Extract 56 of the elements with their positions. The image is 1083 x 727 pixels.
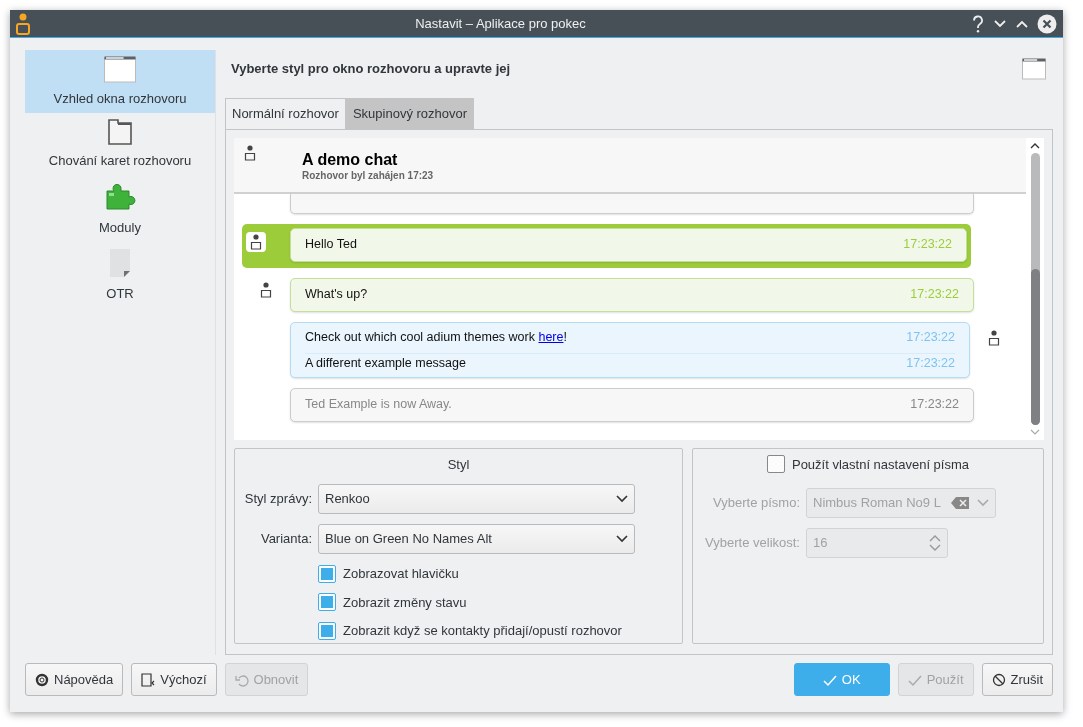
sidebar-item[interactable]: Chování karet rozhovoru [25,112,215,174]
chat-subtitle: Rozhovor byl zahájen 17:23 [302,169,434,184]
dropdown-chevron-icon [616,535,628,543]
field-label: Styl zprávy: [243,490,312,509]
window-icon [104,56,136,83]
message-text: Hello Ted [305,236,357,254]
message-text: A different example message [305,354,466,372]
folder-icon [108,118,132,145]
page-heading: Vyberte styl pro okno rozhovoru a upravte jej [231,60,511,79]
minimize-chevron-icon[interactable] [993,18,1007,29]
dropdown-chevron-icon [977,499,989,507]
field-label: Vyberte písmo: [712,494,800,513]
document-arrow-icon [141,672,156,687]
message-time: 17:23:22 [910,396,959,414]
field-label: Vyberte velikost: [704,534,800,553]
tab[interactable]: Normální rozhovor [225,98,346,129]
sidebar-item[interactable]: Moduly [25,174,215,242]
message-time: 17:23:22 [906,329,955,347]
dropdown[interactable]: Blue on Green No Names Alt [318,524,635,554]
dropdown[interactable]: Renkoo [318,484,635,514]
undo-icon [234,672,249,687]
checkbox[interactable]: Zobrazit když se kontakty přidají/opustí rozhovor [318,621,675,641]
message-text: Ted Example is now Away. [305,396,452,414]
window-icon [1022,58,1046,80]
maximize-chevron-icon[interactable] [1015,18,1029,29]
sidebar-item[interactable]: OTR [25,241,215,307]
window-title: Nastavit – Aplikace pro pokec [414,14,587,33]
chat-title: A demo chat [302,150,399,169]
button[interactable]: Zrušit [981,663,1053,696]
lifebuoy-icon [35,672,49,687]
message-time: 17:23:22 [903,236,952,254]
dropdown-chevron-icon [616,495,628,503]
button[interactable]: Nápověda [25,663,124,696]
message-text: What's up? [305,286,368,304]
group-title: Styl [446,455,471,474]
sidebar-item[interactable]: Vzhled okna rozhovoru [25,50,215,113]
person-icon [250,233,262,250]
checkbox[interactable]: Zobrazit změny stavu [318,592,675,612]
button[interactable]: Výchozí [131,663,217,696]
field-label: Varianta: [259,530,312,549]
cancel-icon [991,672,1006,687]
checkbox[interactable]: Zobrazovat hlavičku [318,564,675,584]
help-icon[interactable] [971,14,985,33]
clear-icon [951,497,969,509]
message-time: 17:23:22 [906,354,955,372]
app-person-icon [16,12,30,35]
spin-arrows-icon [929,534,941,552]
person-icon [244,144,256,161]
person-icon [260,281,272,298]
person-icon [988,329,1000,346]
checkbox[interactable]: Použít vlastní nastavení písma [766,454,969,474]
tab[interactable]: Skupinový rozhovor [345,98,475,129]
close-icon[interactable] [1037,13,1057,34]
message-time: 17:23:22 [910,286,959,304]
message-text: Check out which cool adium themes work here! [305,329,567,347]
document-icon [109,247,131,278]
